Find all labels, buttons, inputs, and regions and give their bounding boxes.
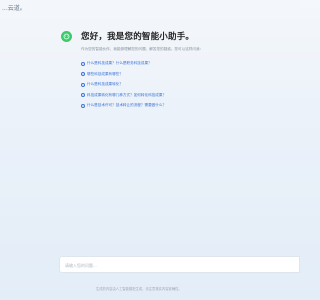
suggested-question[interactable]: 什么是技术许可？技术转让的流程？需要做什么？	[81, 103, 166, 108]
suggested-question-text: 什么是技术许可？技术转让的流程？需要做什么？	[87, 103, 167, 108]
suggested-question-text: 科技成果转化有哪几种方式？如何转化科技成果？	[87, 92, 167, 97]
assistant-greeting: 您好，我是您的智能小助手。	[61, 30, 194, 42]
suggested-question-text: 哪些科技成果有哪些？	[87, 71, 123, 76]
assistant-title: 您好，我是您的智能小助手。	[81, 32, 195, 42]
suggested-question[interactable]: 哪些科技成果有哪些？	[81, 72, 166, 77]
suggested-questions: 什么是科技成果？什么是职务科技成果？ 哪些科技成果有哪些？ 什么是科技成果转化？…	[81, 61, 166, 114]
assistant-face-icon	[63, 33, 70, 39]
suggested-question[interactable]: 什么是科技成果？什么是职务科技成果？	[81, 61, 166, 66]
question-icon	[81, 103, 85, 108]
suggested-question-text: 什么是科技成果？什么是职务科技成果？	[87, 61, 152, 65]
question-icon	[81, 72, 85, 77]
question-icon	[81, 82, 85, 87]
ai-disclaimer: 生成的内容由人工智能模型生成，请注意核实内容准确性。	[96, 287, 182, 291]
chat-input[interactable]	[65, 261, 290, 269]
suggested-question[interactable]: 科技成果转化有哪几种方式？如何转化科技成果？	[81, 93, 166, 98]
question-icon	[81, 61, 85, 66]
brand-name: ...云道。	[2, 5, 26, 12]
chat-input-box	[59, 256, 300, 273]
assistant-logo-icon	[61, 30, 72, 42]
suggested-question-text: 什么是科技成果转化？	[87, 82, 123, 87]
question-icon	[81, 93, 85, 98]
top-bar: ...云道。	[0, 0, 300, 16]
assistant-intro: 作为您的智能伙伴，我能够理解您的问题，解答您的疑惑。您可以这样问我：	[81, 47, 204, 51]
suggested-question[interactable]: 什么是科技成果转化？	[81, 82, 166, 87]
